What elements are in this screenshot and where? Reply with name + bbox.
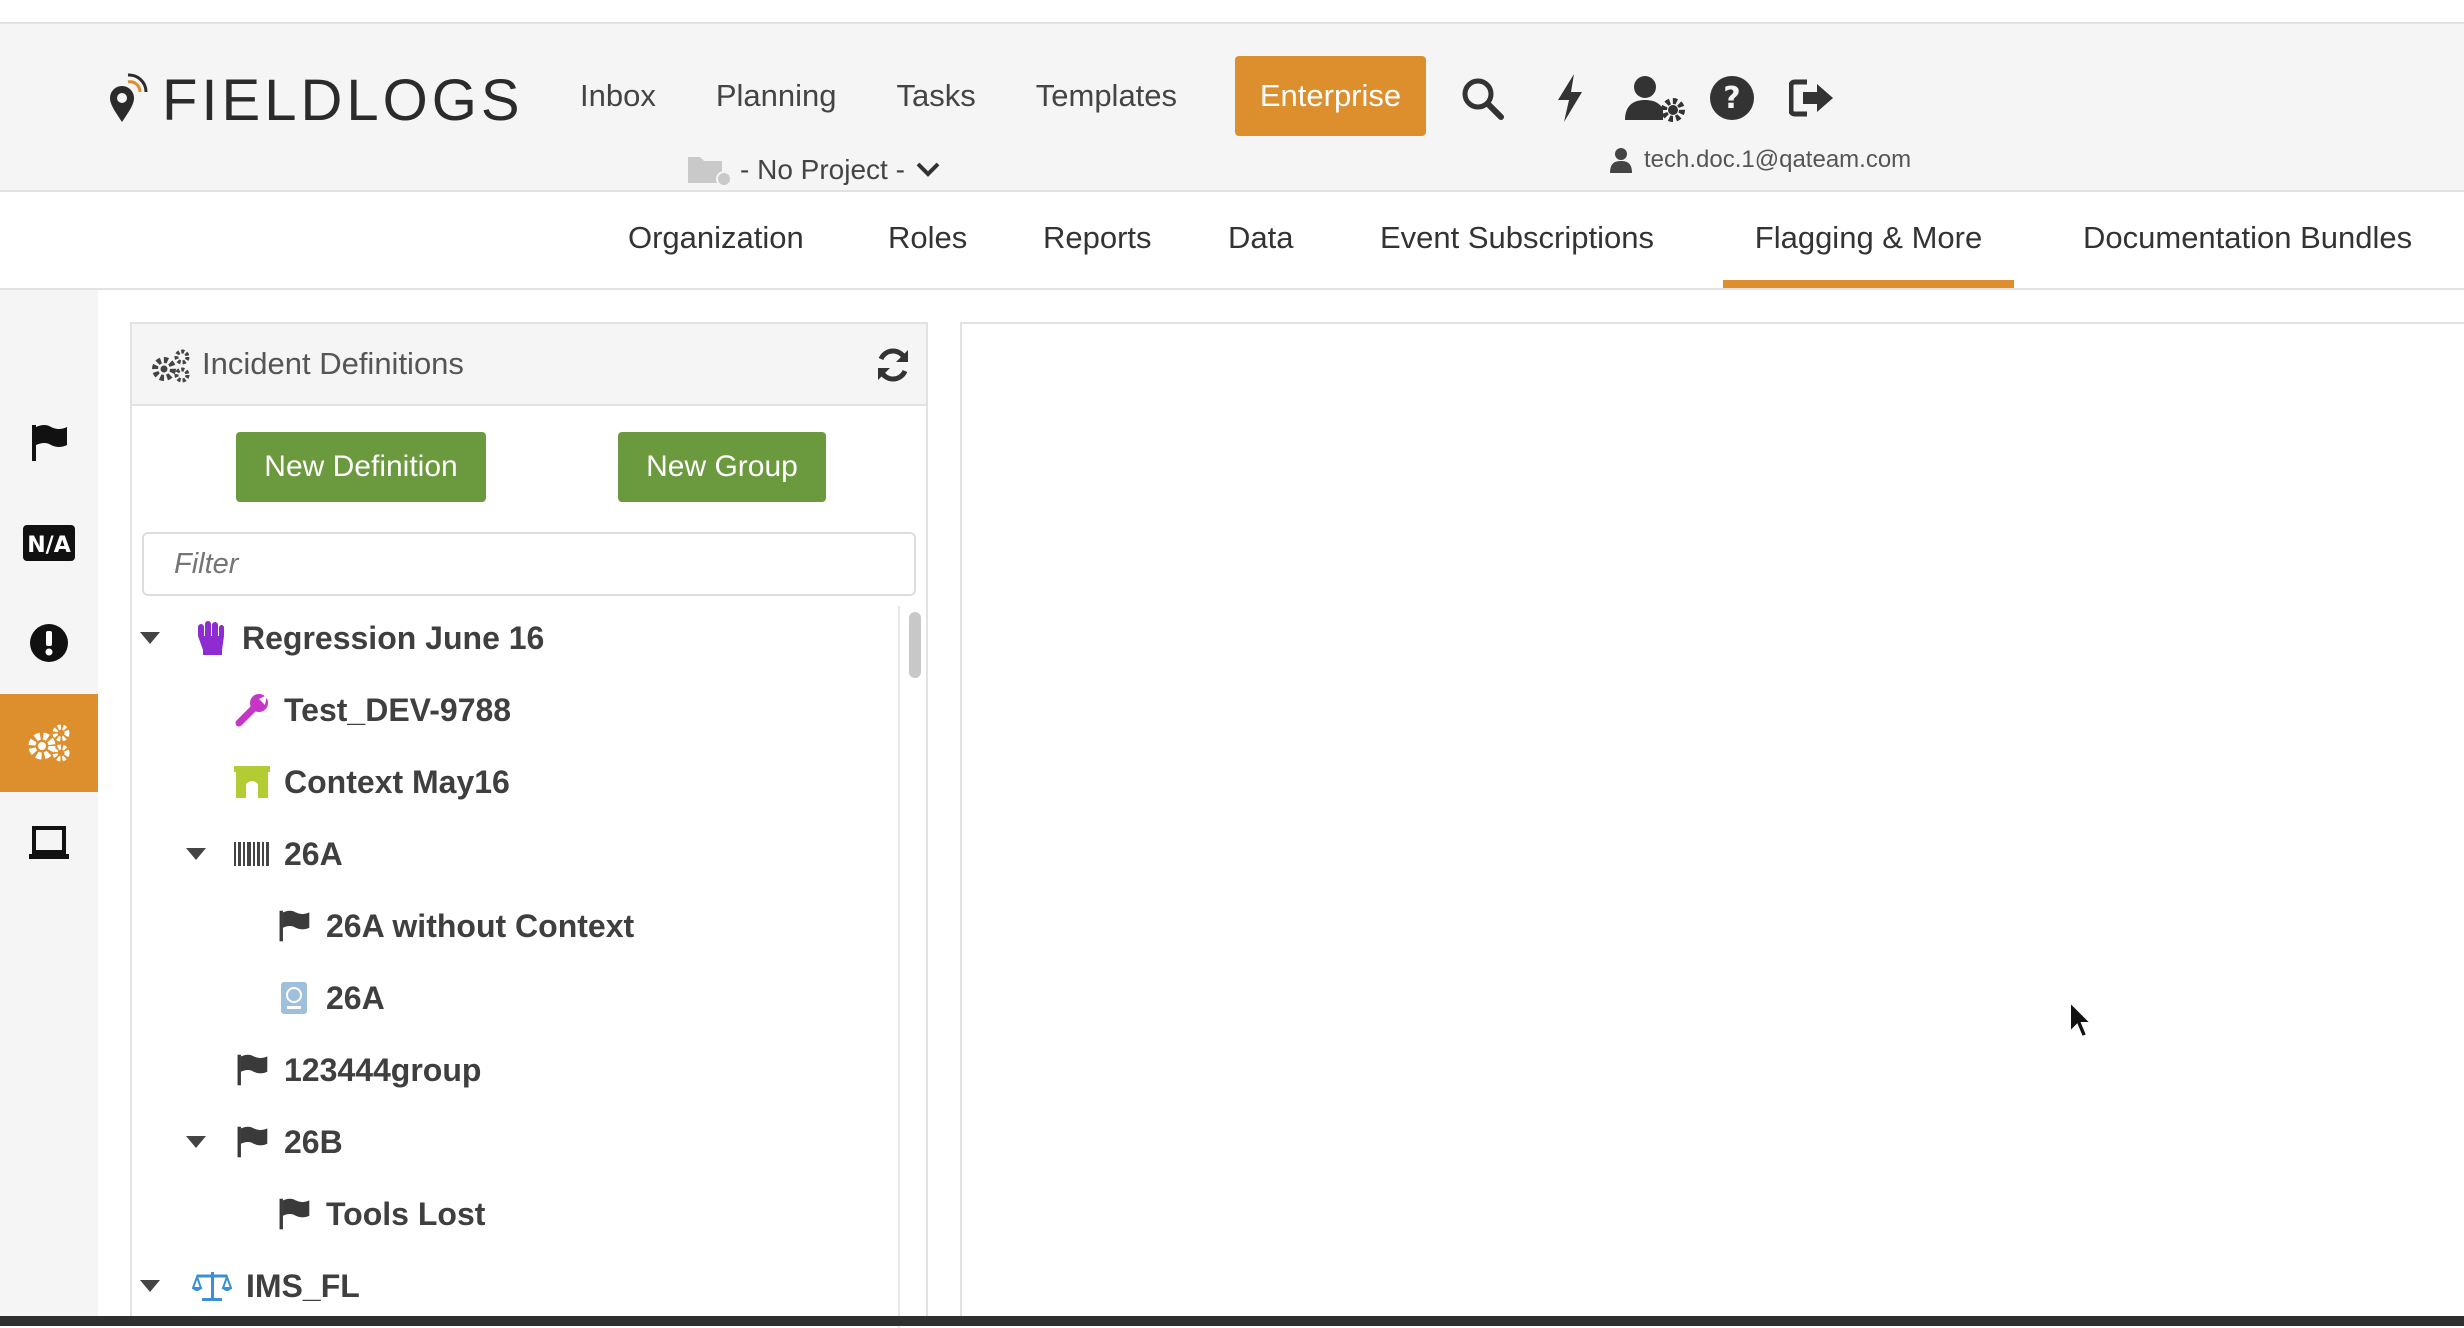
caret-down-icon[interactable] [140, 1280, 160, 1292]
nav-inbox[interactable]: Inbox [580, 56, 656, 136]
exclamation-circle-icon [30, 624, 68, 662]
svg-text:N/A: N/A [27, 533, 70, 558]
fist-icon [190, 618, 230, 658]
flag-icon [32, 425, 67, 461]
flag-icon [274, 1194, 314, 1234]
archway-icon [232, 762, 272, 802]
scrollbar-thumb[interactable] [909, 612, 921, 678]
left-sidebar: N/A [0, 290, 98, 1316]
logout-icon[interactable] [1782, 68, 1842, 128]
main-nav: Inbox Planning Tasks Templates [580, 56, 1237, 136]
tree-item-context-may16[interactable]: Context May16 [140, 752, 510, 812]
tree-item-123444group[interactable]: 123444group [140, 1040, 481, 1100]
laptop-icon [29, 826, 69, 859]
na-icon: N/A [23, 525, 75, 561]
sidebar-laptop-item[interactable] [0, 794, 98, 892]
project-selector[interactable]: - No Project - [686, 150, 941, 190]
user-email: tech.doc.1@qateam.com [1644, 146, 1912, 173]
tree-item-label: IMS_FL [246, 1267, 360, 1304]
caret-down-icon[interactable] [186, 848, 206, 860]
chevron-down-icon [916, 162, 940, 177]
caret-down-icon[interactable] [186, 1136, 206, 1148]
nav-enterprise[interactable]: Enterprise [1235, 56, 1426, 136]
tab-organization[interactable]: Organization [628, 192, 804, 288]
tree-item-26b[interactable]: 26B [140, 1112, 343, 1172]
sidebar-settings-item[interactable] [0, 694, 98, 792]
folder-settings-icon [688, 157, 732, 187]
tab-event-subscriptions[interactable]: Event Subscriptions [1380, 192, 1654, 288]
search-icon[interactable] [1452, 68, 1512, 128]
help-icon[interactable]: ? [1702, 68, 1762, 128]
wrench-icon [232, 690, 272, 730]
mouse-cursor-icon [2069, 1000, 2094, 1039]
barcode-icon [232, 834, 272, 874]
tree-item-test-dev-9788[interactable]: Test_DEV-9788 [140, 680, 511, 740]
tab-reports[interactable]: Reports [1043, 192, 1152, 288]
user-icon [1610, 148, 1632, 173]
cogs-icon [152, 349, 190, 383]
bottom-bar [0, 1316, 2464, 1326]
tree-item-26a-group[interactable]: 26A [140, 824, 343, 884]
flag-icon [232, 1122, 272, 1162]
tree-item-label: Context May16 [284, 763, 510, 800]
nav-planning[interactable]: Planning [716, 56, 837, 136]
tab-documentation-bundles[interactable]: Documentation Bundles [2083, 192, 2412, 288]
user-settings-icon[interactable] [1622, 68, 1690, 128]
app-header: FIELDLOGS Inbox Planning Tasks Templates… [0, 24, 2464, 192]
tree-item-26a[interactable]: 26A [140, 968, 385, 1028]
logo-pin-icon [110, 73, 148, 122]
tree-item-label: Tools Lost [326, 1195, 486, 1232]
flag-icon [232, 1050, 272, 1090]
tree-item-label: 26B [284, 1123, 343, 1160]
tree-item-ims-fl[interactable]: IMS_FL [140, 1256, 360, 1316]
incident-definitions-panel: Incident Definitions New Definition New … [130, 322, 928, 1328]
tree-item-regression-june-16[interactable]: Regression June 16 [140, 608, 544, 668]
nav-templates[interactable]: Templates [1036, 56, 1177, 136]
passport-icon [274, 978, 314, 1018]
project-label: - No Project - [740, 154, 905, 185]
panel-title: Incident Definitions [202, 346, 464, 381]
sidebar-flag-item[interactable] [0, 394, 98, 492]
sub-nav: Organization Roles Reports Data Event Su… [0, 192, 2464, 290]
tab-data[interactable]: Data [1228, 192, 1293, 288]
filter-input[interactable] [142, 532, 916, 596]
sidebar-na-item[interactable]: N/A [0, 494, 98, 592]
user-info: tech.doc.1@qateam.com [1610, 140, 1911, 180]
tree-item-26a-without-context[interactable]: 26A without Context [140, 896, 634, 956]
tree-item-label: Regression June 16 [242, 619, 545, 656]
logo-text: FIELDLOGS [162, 67, 524, 133]
lightning-icon[interactable] [1540, 68, 1600, 128]
refresh-icon[interactable] [874, 346, 912, 384]
tree-item-label: 26A [284, 835, 343, 872]
balance-scale-icon [190, 1266, 234, 1306]
tab-roles[interactable]: Roles [888, 192, 967, 288]
tree-item-label: 26A without Context [326, 907, 635, 944]
tree-item-label: 123444group [284, 1051, 482, 1088]
app-logo[interactable]: FIELDLOGS [104, 67, 524, 133]
tree-scrollbar[interactable] [898, 606, 928, 1328]
cogs-icon [28, 724, 70, 762]
tree-item-label: Test_DEV-9788 [284, 691, 512, 728]
new-definition-button[interactable]: New Definition [236, 432, 486, 502]
svg-text:?: ? [1723, 81, 1740, 116]
tree-item-label: 26A [326, 979, 385, 1016]
flag-icon [274, 906, 314, 946]
detail-panel [960, 322, 2464, 1326]
sidebar-alert-item[interactable] [0, 594, 98, 692]
panel-header: Incident Definitions [132, 324, 926, 406]
new-group-button[interactable]: New Group [618, 432, 826, 502]
tab-flagging-more[interactable]: Flagging & More [1723, 192, 2014, 288]
nav-tasks[interactable]: Tasks [897, 56, 976, 136]
tree-item-tools-lost[interactable]: Tools Lost [140, 1184, 485, 1244]
caret-down-icon[interactable] [140, 632, 160, 644]
browser-top-strip [0, 0, 2464, 24]
